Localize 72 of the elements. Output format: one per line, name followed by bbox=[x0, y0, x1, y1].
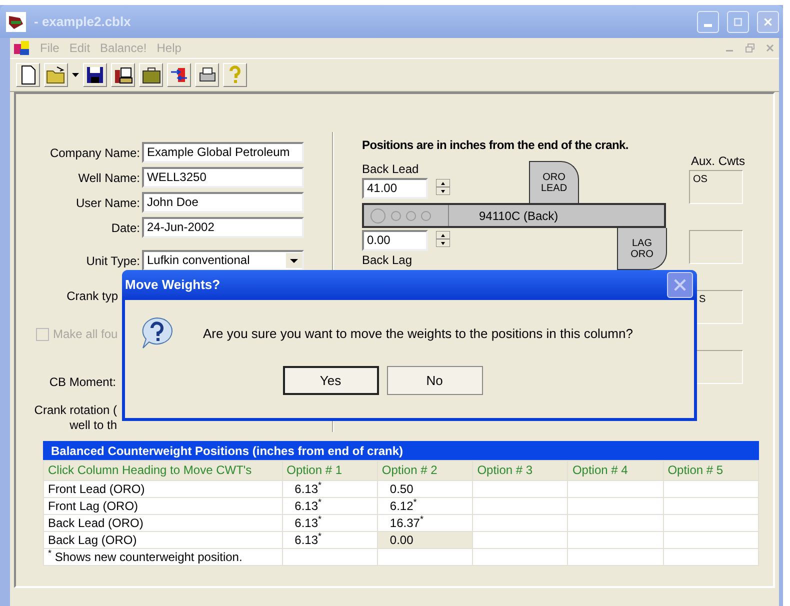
aux-field[interactable] bbox=[689, 230, 743, 264]
open-folder-icon bbox=[45, 64, 67, 86]
dialog-button[interactable]: Yes bbox=[282, 366, 378, 395]
save-button[interactable] bbox=[83, 63, 107, 87]
table-cell[interactable]: 6.13$^{*}$ bbox=[282, 532, 378, 548]
open-folder-button[interactable] bbox=[44, 63, 68, 87]
spin-button[interactable] bbox=[436, 179, 452, 198]
table-cell[interactable]: 6.13$^{*}$ bbox=[282, 498, 378, 514]
footnote: $^{*}$ Shows new counterweight position. bbox=[44, 548, 282, 566]
row-header: Back Lead (ORO) bbox=[44, 514, 282, 532]
counterweight-drawing: ORO LEAD bbox=[529, 161, 579, 203]
window-title: - example2.cblx bbox=[34, 12, 131, 31]
dropdown-arrow-icon[interactable] bbox=[72, 72, 79, 78]
field-label: Back Lead bbox=[362, 161, 420, 178]
table-cell[interactable]: 6.13$^{*}$ bbox=[282, 480, 378, 498]
number-field[interactable]: 0.00 bbox=[362, 230, 428, 251]
save-icon bbox=[84, 64, 106, 86]
field-label: Unit Type: bbox=[85, 252, 141, 270]
column-header[interactable]: Click Column Heading to Move CWT's bbox=[44, 460, 282, 480]
text-field[interactable]: Example Global Petroleum bbox=[142, 142, 304, 163]
table-cell[interactable]: 16.37$^{*}$ bbox=[377, 514, 473, 532]
balance-arrows-button[interactable] bbox=[167, 63, 191, 87]
briefcase-button[interactable] bbox=[139, 63, 163, 87]
field-label: Crank rotation ( bbox=[33, 403, 118, 418]
row-header: Back Lag (ORO) bbox=[44, 532, 282, 548]
text-field[interactable]: 24-Jun-2002 bbox=[142, 217, 304, 238]
column-header[interactable]: Option # 4 bbox=[568, 460, 664, 480]
checkbox-label: Make all fou bbox=[53, 326, 118, 343]
table-cell[interactable]: 0.00 bbox=[377, 532, 473, 548]
up-arrow-icon bbox=[436, 179, 450, 187]
field-label: Well Name: bbox=[77, 170, 141, 186]
row-header: Front Lead (ORO) bbox=[44, 480, 282, 498]
field-label: Company Name: bbox=[48, 144, 141, 162]
column-header[interactable]: Option # 2 bbox=[377, 460, 473, 480]
close-icon bbox=[674, 278, 686, 292]
field-label: Date: bbox=[110, 220, 141, 236]
section-heading: Positions are in inches from the end of the crank. bbox=[362, 137, 630, 154]
down-arrow-icon bbox=[436, 187, 450, 195]
dropdown-field[interactable]: Lufkin conventional bbox=[142, 250, 304, 271]
app-icon bbox=[6, 12, 26, 32]
field-label: User Name: bbox=[74, 194, 141, 212]
aux-field[interactable]: OS bbox=[689, 170, 743, 204]
new-file-button[interactable] bbox=[16, 63, 40, 87]
field-label: well to th bbox=[68, 418, 118, 433]
field-label: CB Moment: bbox=[48, 374, 117, 391]
up-arrow-icon bbox=[436, 231, 450, 239]
table-cell[interactable]: 6.13$^{*}$ bbox=[282, 514, 378, 532]
number-field[interactable]: 41.00 bbox=[362, 178, 428, 199]
counterweight-drawing: LAG ORO bbox=[617, 228, 667, 270]
crank-label: 94110C (Back) bbox=[448, 205, 558, 226]
column-header[interactable]: Option # 5 bbox=[663, 460, 758, 480]
spin-button[interactable] bbox=[436, 231, 452, 250]
dialog-button[interactable]: No bbox=[386, 366, 482, 395]
table-title: Balanced Counterweight Positions (inches from end of crank) bbox=[43, 441, 759, 460]
close-icon bbox=[764, 16, 772, 28]
text-field[interactable]: John Doe bbox=[142, 192, 304, 213]
field-label: Back Lag bbox=[362, 252, 414, 269]
column-header[interactable]: Option # 1 bbox=[282, 460, 378, 480]
text-field[interactable]: WELL3250 bbox=[142, 167, 304, 188]
minimize-icon bbox=[704, 24, 712, 27]
computer-button[interactable] bbox=[111, 63, 135, 87]
dialog-title: Move Weights? bbox=[125, 276, 220, 294]
dialog-message: Are you sure you want to move the weights to the positions in this column? bbox=[203, 325, 633, 344]
aux-label: Aux. Cwts bbox=[691, 153, 746, 170]
column-header[interactable]: Option # 3 bbox=[472, 460, 568, 480]
maximize-icon bbox=[734, 16, 742, 28]
printer-button[interactable] bbox=[195, 63, 219, 87]
table-cell[interactable]: 6.12$^{*}$ bbox=[377, 498, 473, 514]
field-label: Crank typ bbox=[66, 288, 119, 305]
row-header: Front Lag (ORO) bbox=[44, 498, 282, 514]
down-arrow-icon bbox=[436, 239, 450, 247]
table-cell[interactable]: 0.50 bbox=[377, 480, 473, 498]
